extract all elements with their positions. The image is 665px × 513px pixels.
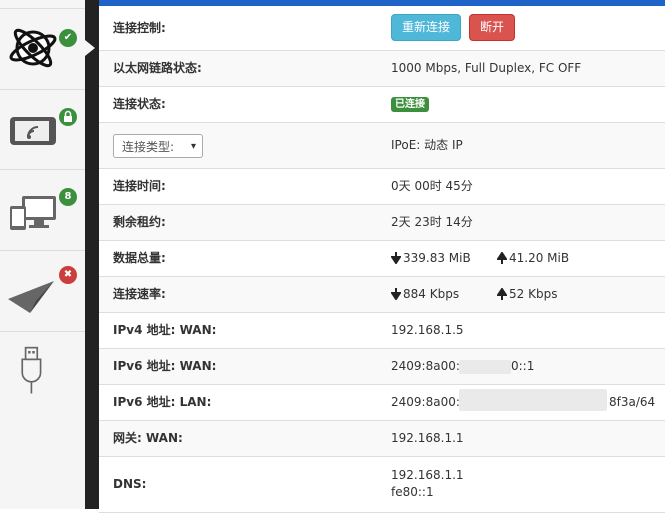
sidebar-item-devices[interactable]: 8: [0, 170, 85, 251]
connected-check-icon: ✔: [59, 29, 77, 47]
row-gateway-wan: 网关: WAN: 192.168.1.1: [99, 421, 665, 457]
row-dns: DNS: 192.168.1.1 fe80::1: [99, 457, 665, 513]
label-ipv6-lan: IPv6 地址: LAN:: [113, 395, 212, 409]
value-connection-type: IPoE: 动态 IP: [391, 138, 463, 152]
sidebar-item-usb[interactable]: [0, 332, 85, 412]
label-data-total: 数据总量:: [113, 251, 166, 265]
value-ethernet-status: 1000 Mbps, Full Duplex, FC OFF: [391, 61, 582, 75]
row-ipv6-wan: IPv6 地址: WAN: 2409:8a00: 0::1: [99, 349, 665, 385]
label-dns: DNS:: [113, 477, 147, 491]
connection-type-select-value: 连接类型:: [122, 140, 175, 154]
label-connection-time: 连接时间:: [113, 179, 166, 193]
row-connection-speed: 连接速率: 884 Kbps 52 Kbps: [99, 277, 665, 313]
sidebar-item-vpn[interactable]: ✖: [0, 251, 85, 332]
value-connection-time: 0天 00时 45分: [391, 179, 473, 193]
paper-plane-icon: [8, 281, 54, 313]
row-remaining-lease: 剩余租约: 2天 23时 14分: [99, 205, 665, 241]
redacted-area: [459, 389, 607, 411]
value-ipv6-lan-suffix: 8f3a/64: [609, 395, 656, 409]
value-speed-down: 884 Kbps: [391, 277, 459, 312]
disconnect-button[interactable]: 断开: [469, 14, 516, 41]
sidebar: ✔ 8 ✖: [0, 0, 85, 509]
label-connection-speed: 连接速率:: [113, 287, 166, 301]
status-badge: 已连接: [391, 97, 429, 112]
globe-network-icon: [9, 28, 57, 68]
row-connection-status: 连接状态: 已连接: [99, 87, 665, 123]
row-connection-time: 连接时间: 0天 00时 45分: [99, 169, 665, 205]
label-connection-status: 连接状态:: [113, 97, 166, 111]
value-remaining-lease: 2天 23时 14分: [391, 215, 473, 229]
error-x-icon: ✖: [59, 266, 77, 284]
speed-down-text: 884 Kbps: [403, 287, 460, 301]
status-table: 连接控制: 重新连接 断开 以太网链路状态: 1000 Mbps, Full D…: [99, 6, 665, 513]
row-connection-control: 连接控制: 重新连接 断开: [99, 6, 665, 51]
lock-icon: [59, 108, 77, 126]
sidebar-item-internet[interactable]: ✔: [0, 8, 85, 90]
value-gateway-wan: 192.168.1.1: [391, 431, 464, 445]
row-connection-type: 连接类型: ▾ IPoE: 动态 IP: [99, 123, 665, 169]
chevron-down-icon: ▾: [190, 141, 196, 152]
value-dns-2: fe80::1: [391, 485, 434, 499]
connection-type-select[interactable]: 连接类型: ▾: [113, 134, 203, 158]
label-connection-control: 连接控制:: [113, 21, 166, 35]
value-speed-up: 52 Kbps: [497, 277, 557, 312]
arrow-down-icon: [391, 252, 401, 264]
tablet-wifi-icon: [10, 117, 56, 145]
label-remaining-lease: 剩余租约:: [113, 215, 166, 229]
active-indicator-arrow: [85, 40, 95, 56]
value-ipv6-wan-prefix: 2409:8a00:: [391, 359, 460, 373]
value-data-up: 41.20 MiB: [497, 241, 569, 276]
row-ipv4-wan: IPv4 地址: WAN: 192.168.1.5: [99, 313, 665, 349]
label-ipv4-wan: IPv4 地址: WAN:: [113, 323, 217, 337]
arrow-down-icon: [391, 288, 401, 300]
arrow-up-icon: [497, 288, 507, 300]
speed-up-text: 52 Kbps: [509, 287, 558, 301]
redacted-area: [459, 360, 511, 374]
row-ethernet-status: 以太网链路状态: 1000 Mbps, Full Duplex, FC OFF: [99, 51, 665, 87]
value-ipv6-lan-prefix: 2409:8a00:: [391, 395, 460, 409]
data-up-text: 41.20 MiB: [509, 251, 570, 265]
device-count-badge: 8: [59, 188, 77, 206]
value-ipv4-wan: 192.168.1.5: [391, 323, 464, 337]
row-data-total: 数据总量: 339.83 MiB 41.20 MiB: [99, 241, 665, 277]
label-ethernet-status: 以太网链路状态:: [113, 61, 202, 75]
label-ipv6-wan: IPv6 地址: WAN:: [113, 359, 217, 373]
arrow-up-icon: [497, 252, 507, 264]
value-data-down: 339.83 MiB: [391, 241, 471, 276]
data-down-text: 339.83 MiB: [403, 251, 471, 265]
devices-icon: [10, 196, 56, 230]
usb-icon: [21, 346, 42, 394]
sidebar-item-wireless[interactable]: [0, 89, 85, 170]
label-gateway-wan: 网关: WAN:: [113, 431, 183, 445]
value-ipv6-wan-suffix: 0::1: [511, 359, 535, 373]
value-dns-1: 192.168.1.1: [391, 468, 464, 482]
sidebar-divider: [85, 0, 99, 509]
reconnect-button[interactable]: 重新连接: [391, 14, 462, 41]
row-ipv6-lan: IPv6 地址: LAN: 2409:8a00: 8f3a/64: [99, 385, 665, 421]
